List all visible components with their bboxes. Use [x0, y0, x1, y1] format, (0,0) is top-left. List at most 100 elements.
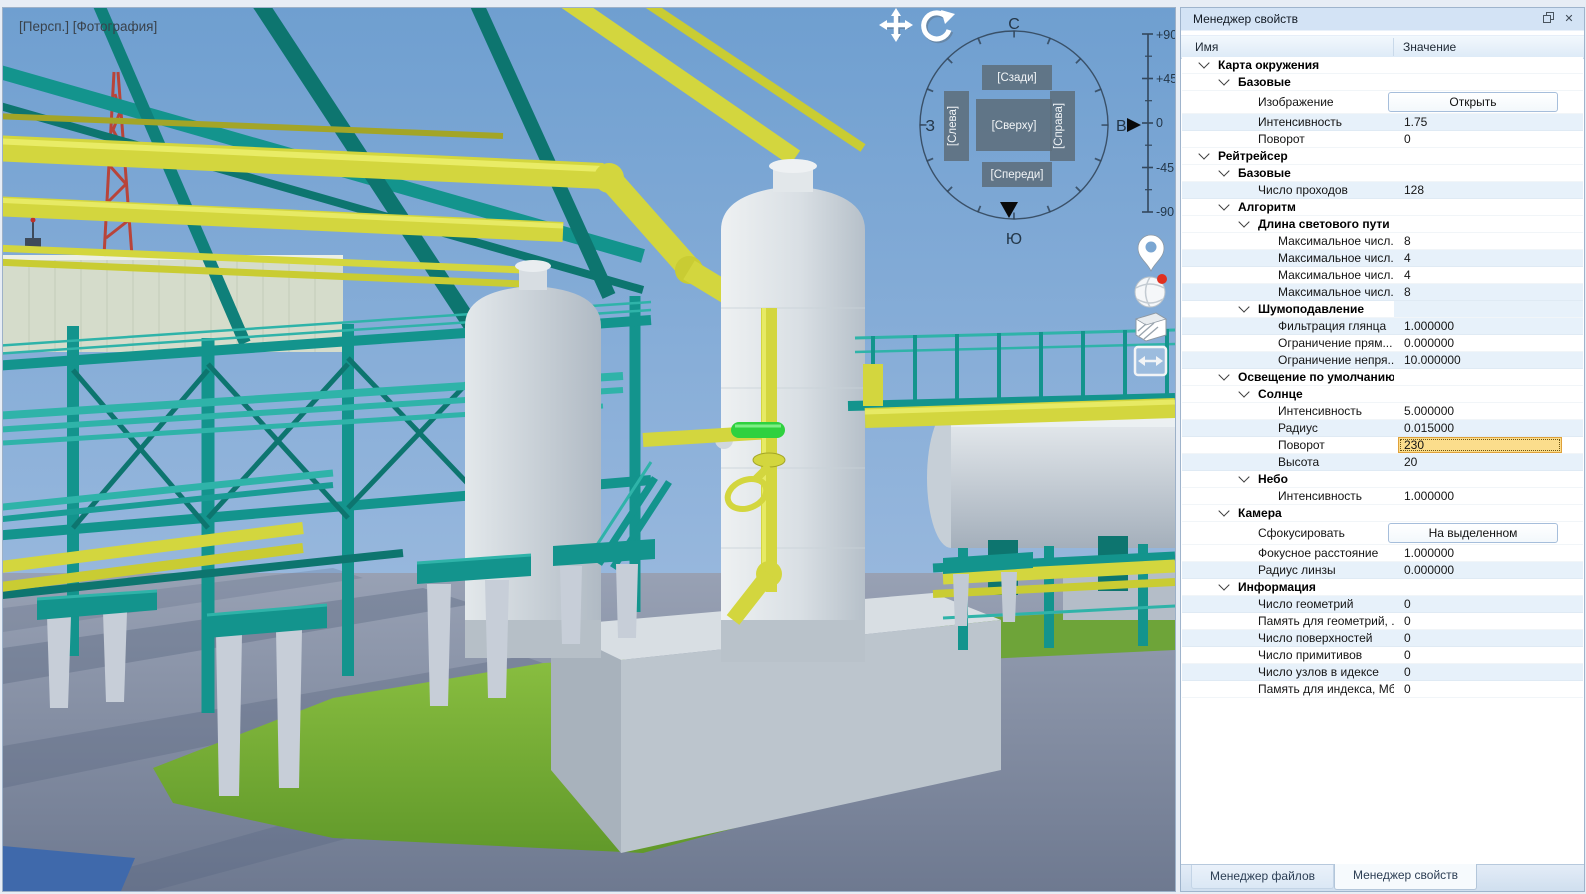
property-value[interactable]: 20: [1404, 455, 1417, 469]
chevron-down-icon[interactable]: [1218, 74, 1229, 85]
property-value-cell[interactable]: 230: [1394, 437, 1583, 453]
tab-property-manager[interactable]: Менеджер свойств: [1334, 864, 1477, 890]
property-value-cell[interactable]: 0: [1394, 647, 1583, 663]
property-value[interactable]: 1.000000: [1404, 319, 1454, 333]
value-button[interactable]: На выделенном: [1388, 523, 1558, 543]
panel-tab-bar: Менеджер файлов Менеджер свойств: [1181, 864, 1584, 891]
property-value-cell[interactable]: 4: [1394, 267, 1583, 283]
tab-file-manager[interactable]: Менеджер файлов: [1191, 865, 1334, 889]
chevron-down-icon[interactable]: [1198, 57, 1209, 68]
property-name: Солнце: [1258, 387, 1303, 401]
property-value[interactable]: 10.000000: [1404, 353, 1461, 367]
viewport-3d[interactable]: [Персп.] [Фотография] С: [2, 7, 1176, 892]
property-value[interactable]: 1.000000: [1404, 489, 1454, 503]
property-name: Интенсивность: [1278, 404, 1362, 418]
property-value[interactable]: 128: [1404, 183, 1424, 197]
property-value-cell[interactable]: 8: [1394, 233, 1583, 249]
view-right-label: [Справа]: [1053, 103, 1065, 149]
clip-box-icon[interactable]: [1136, 313, 1166, 341]
chevron-down-icon[interactable]: [1198, 148, 1209, 159]
property-value[interactable]: 0.000000: [1404, 563, 1454, 577]
column-header-name[interactable]: Имя: [1195, 36, 1218, 58]
property-value-cell[interactable]: На выделенном: [1394, 522, 1583, 544]
property-value[interactable]: 0.000000: [1404, 336, 1454, 350]
property-row: Число поверхностей0: [1182, 630, 1583, 647]
property-value[interactable]: 1.000000: [1404, 546, 1454, 560]
chevron-down-icon[interactable]: [1218, 579, 1229, 590]
close-icon[interactable]: ✕: [1562, 12, 1576, 26]
chevron-down-icon[interactable]: [1218, 505, 1229, 516]
property-value-cell[interactable]: 20: [1394, 454, 1583, 470]
group-row[interactable]: Информация: [1182, 579, 1583, 596]
chevron-down-icon[interactable]: [1218, 165, 1229, 176]
property-value-cell[interactable]: 1.000000: [1394, 318, 1583, 334]
property-value[interactable]: 8: [1404, 285, 1411, 299]
property-value[interactable]: 4: [1404, 251, 1411, 265]
property-value-cell[interactable]: 5.000000: [1394, 403, 1583, 419]
property-value[interactable]: 0: [1404, 597, 1411, 611]
group-row[interactable]: Шумоподавление: [1182, 301, 1583, 318]
property-value[interactable]: 1.75: [1404, 115, 1427, 129]
property-value-cell[interactable]: 0: [1394, 681, 1583, 697]
property-value[interactable]: 5.000000: [1404, 404, 1454, 418]
property-value[interactable]: 0: [1404, 132, 1411, 146]
property-value-cell[interactable]: 1.000000: [1394, 545, 1583, 561]
chevron-down-icon[interactable]: [1238, 216, 1249, 227]
column-divider[interactable]: [1393, 38, 1394, 56]
chevron-down-icon[interactable]: [1238, 386, 1249, 397]
property-value-cell[interactable]: Открыть: [1394, 91, 1583, 113]
property-value-cell[interactable]: 0.015000: [1394, 420, 1583, 436]
property-value[interactable]: 0: [1404, 648, 1411, 662]
property-value[interactable]: 0: [1404, 665, 1411, 679]
group-row[interactable]: Освещение по умолчанию: [1182, 369, 1583, 386]
group-row[interactable]: Длина светового пути: [1182, 216, 1583, 233]
property-value-cell: [1394, 471, 1583, 487]
property-name: Максимальное числ...: [1278, 285, 1394, 299]
property-value-cell[interactable]: 1.75: [1394, 114, 1583, 130]
group-row[interactable]: Карта окружения: [1182, 57, 1583, 74]
property-row: ИзображениеОткрыть: [1182, 91, 1583, 114]
group-row[interactable]: Алгоритм: [1182, 199, 1583, 216]
chevron-down-icon[interactable]: [1238, 301, 1249, 312]
property-name: Камера: [1238, 506, 1282, 520]
property-value-cell[interactable]: 0.000000: [1394, 335, 1583, 351]
property-value-cell[interactable]: 0: [1394, 131, 1583, 147]
chevron-down-icon[interactable]: [1218, 199, 1229, 210]
property-value-cell[interactable]: 8: [1394, 284, 1583, 300]
property-grid-rows: Карта окруженияБазовыеИзображениеОткрыть…: [1182, 57, 1583, 864]
property-value[interactable]: 0: [1404, 614, 1411, 628]
group-row[interactable]: Базовые: [1182, 74, 1583, 91]
group-row[interactable]: Небо: [1182, 471, 1583, 488]
chevron-down-icon[interactable]: [1218, 369, 1229, 380]
property-value-cell[interactable]: 0.000000: [1394, 562, 1583, 578]
float-icon[interactable]: [1542, 12, 1556, 26]
value-editor[interactable]: 230: [1398, 437, 1562, 453]
property-value-cell[interactable]: 10.000000: [1394, 352, 1583, 368]
group-row[interactable]: Солнце: [1182, 386, 1583, 403]
property-value-cell[interactable]: 1.000000: [1394, 488, 1583, 504]
property-value[interactable]: 0: [1404, 631, 1411, 645]
property-name: Число примитивов: [1258, 648, 1362, 662]
property-value-cell[interactable]: 0: [1394, 664, 1583, 680]
property-value-cell[interactable]: 0: [1394, 596, 1583, 612]
property-value-cell[interactable]: 128: [1394, 182, 1583, 198]
property-value[interactable]: 0.015000: [1404, 421, 1454, 435]
property-value[interactable]: 4: [1404, 268, 1411, 282]
property-value[interactable]: 8: [1404, 234, 1411, 248]
resize-horizontal-icon[interactable]: [1135, 347, 1166, 375]
property-name: Фокусное расстояние: [1258, 546, 1378, 560]
property-name: Освещение по умолчанию: [1238, 370, 1394, 384]
chevron-down-icon[interactable]: [1238, 471, 1249, 482]
group-row[interactable]: Камера: [1182, 505, 1583, 522]
value-button[interactable]: Открыть: [1388, 92, 1558, 112]
property-value-cell: [1394, 579, 1583, 595]
property-value-cell[interactable]: 0: [1394, 630, 1583, 646]
property-name: Шумоподавление: [1258, 302, 1364, 316]
property-value-cell[interactable]: 4: [1394, 250, 1583, 266]
property-value[interactable]: 0: [1404, 682, 1411, 696]
property-row: Интенсивность1.000000: [1182, 488, 1583, 505]
group-row[interactable]: Базовые: [1182, 165, 1583, 182]
group-row[interactable]: Рейтрейсер: [1182, 148, 1583, 165]
column-header-value[interactable]: Значение: [1403, 36, 1456, 58]
property-value-cell[interactable]: 0: [1394, 613, 1583, 629]
